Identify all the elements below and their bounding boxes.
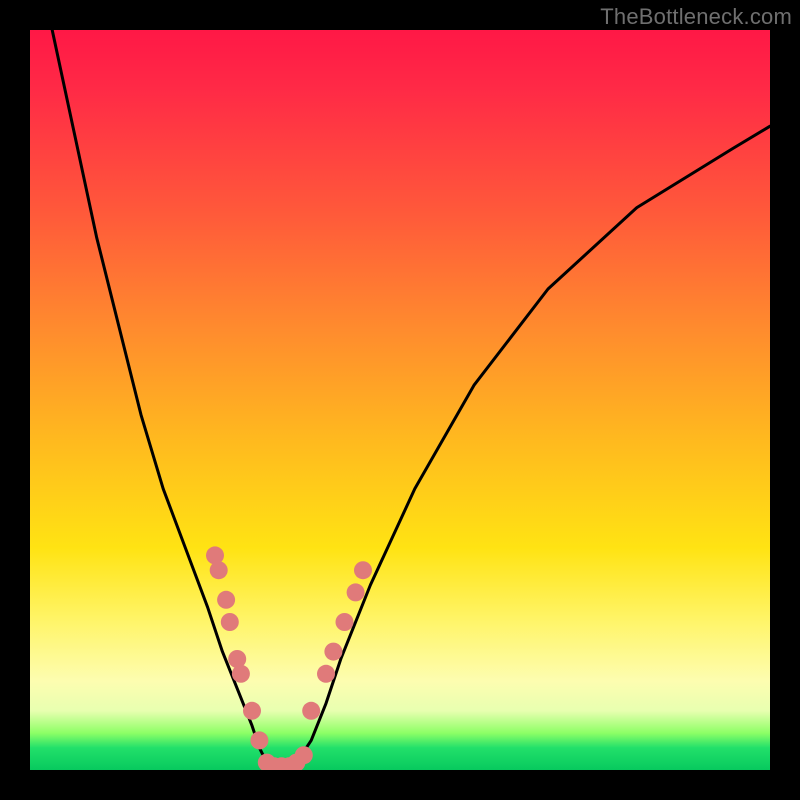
curve-marker (336, 613, 354, 631)
chart-frame: TheBottleneck.com (0, 0, 800, 800)
curve-marker (295, 746, 313, 764)
watermark-text: TheBottleneck.com (600, 4, 792, 30)
curve-marker (302, 702, 320, 720)
curve-marker (347, 583, 365, 601)
bottleneck-curve (52, 30, 770, 770)
curve-marker (243, 702, 261, 720)
curve-path (52, 30, 770, 770)
curve-marker (232, 665, 250, 683)
curve-marker (250, 731, 268, 749)
plot-area (30, 30, 770, 770)
curve-marker (221, 613, 239, 631)
curve-marker (217, 591, 235, 609)
curve-marker (317, 665, 335, 683)
curve-marker (354, 561, 372, 579)
curve-markers (206, 546, 372, 770)
curve-marker (324, 643, 342, 661)
curve-layer (30, 30, 770, 770)
curve-marker (210, 561, 228, 579)
